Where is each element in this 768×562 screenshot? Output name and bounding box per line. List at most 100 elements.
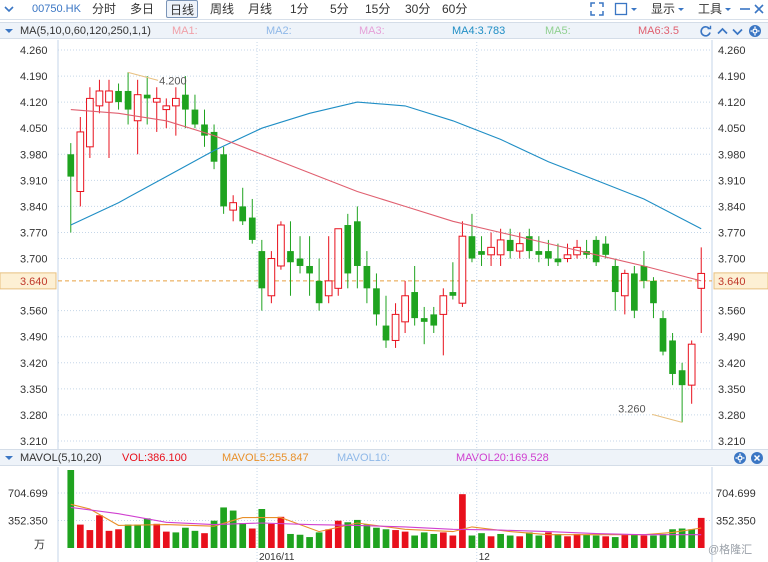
candle-body-down xyxy=(554,258,562,263)
price-tick-left: 4.120 xyxy=(20,97,48,109)
price-tick-left: 3.350 xyxy=(20,384,48,396)
volume-bar xyxy=(583,534,590,548)
volume-bar xyxy=(143,518,151,548)
candle-body-down xyxy=(258,251,266,289)
volume-unit-label: 万 xyxy=(34,539,45,551)
candle-body-up xyxy=(277,224,285,267)
volume-bar xyxy=(201,533,208,548)
price-tick-right: 4.260 xyxy=(718,45,746,57)
candle-body-up xyxy=(76,131,85,193)
high-pointer xyxy=(127,71,159,81)
volume-panel xyxy=(67,470,705,548)
volume-tick-right: 352.350 xyxy=(716,516,756,528)
volume-bar xyxy=(697,517,705,548)
candle-body-down xyxy=(430,314,438,326)
candle-body-down xyxy=(411,292,418,319)
price-tick-left: 3.560 xyxy=(20,306,48,318)
x-axis-label: 12 xyxy=(479,552,491,562)
candle-body-down xyxy=(669,340,676,374)
candle-body-down xyxy=(220,154,227,207)
volume-bar xyxy=(306,537,313,548)
candle-body-up xyxy=(515,243,524,252)
candle-body-down xyxy=(143,94,151,99)
candle-body-up xyxy=(687,343,696,386)
volume-bar xyxy=(220,507,227,548)
candle-body-down xyxy=(468,236,476,259)
candle-body-up xyxy=(324,280,333,297)
price-tick-left: 3.280 xyxy=(20,410,48,422)
candle-body-up xyxy=(229,202,238,211)
price-tick-right: 3.840 xyxy=(718,201,746,213)
volume-bar xyxy=(688,529,696,548)
volume-bar xyxy=(449,535,457,548)
price-tick-right: 3.770 xyxy=(718,227,746,239)
candle-body-down xyxy=(602,243,610,255)
price-tick-left: 3.210 xyxy=(20,436,48,448)
candle-body-up xyxy=(391,313,400,341)
candle-body-up xyxy=(458,235,467,304)
candle-body-down xyxy=(640,265,648,281)
ma6-line xyxy=(70,109,702,282)
price-tick-left: 3.700 xyxy=(20,254,48,266)
price-tick-right: 3.420 xyxy=(718,358,746,370)
candle-body-down xyxy=(363,265,371,289)
watermark: @格隆汇 xyxy=(708,542,752,556)
candle-body-down xyxy=(535,251,543,255)
price-panel: 4.200 3.260 xyxy=(67,71,706,423)
candle-body-down xyxy=(248,217,256,240)
candle-body-up xyxy=(95,90,104,107)
candle-body-down xyxy=(650,280,657,304)
volume-bar xyxy=(564,536,571,548)
volume-bar xyxy=(420,532,428,548)
price-tick-left: 4.050 xyxy=(20,123,48,135)
volume-bar xyxy=(401,531,409,548)
volume-bar xyxy=(382,529,390,548)
price-tick-right: 3.980 xyxy=(718,149,746,161)
candle-body-down xyxy=(315,280,323,304)
volume-bar xyxy=(76,524,84,548)
candle-body-down xyxy=(611,265,619,293)
candle-body-up xyxy=(401,295,409,323)
price-tick-left: 4.190 xyxy=(20,71,48,83)
volume-bar xyxy=(478,533,485,548)
volume-bar xyxy=(373,527,380,548)
candle-body-up xyxy=(86,97,94,148)
candle-body-up xyxy=(172,97,180,107)
volume-bar xyxy=(229,510,237,548)
volume-bar xyxy=(287,533,294,548)
price-tick-right: 3.560 xyxy=(718,306,746,318)
volume-bar xyxy=(248,528,256,548)
volume-bar xyxy=(268,523,275,548)
volume-bar xyxy=(315,532,323,548)
candle-body-down xyxy=(659,318,667,352)
candle-body-down xyxy=(545,251,552,259)
price-tick-right: 3.350 xyxy=(718,384,746,396)
candle-body-down xyxy=(506,239,514,252)
stock-chart[interactable]: 4.200 3.260 4.260 4.260 4.190 4.190 4.120 4.12… xyxy=(0,0,768,562)
candle-body-down xyxy=(592,239,600,263)
volume-bar xyxy=(277,516,285,548)
candle-body-down xyxy=(124,90,132,110)
candle-body-up xyxy=(162,105,171,111)
price-tick-right: 3.910 xyxy=(718,175,746,187)
candle-body-down xyxy=(678,370,686,386)
candle-body-down xyxy=(296,258,304,266)
volume-bar xyxy=(573,533,581,548)
volume-bar xyxy=(468,535,476,548)
candle-body-down xyxy=(382,325,390,341)
volume-bar xyxy=(67,470,75,548)
axis-labels: 4.260 4.260 4.190 4.190 4.120 4.120 4.050 4.050… xyxy=(0,45,768,562)
volume-bar xyxy=(172,532,180,548)
grid-layer xyxy=(57,40,713,562)
volume-bar xyxy=(525,532,533,548)
candle-body-down xyxy=(115,90,122,103)
volume-bar xyxy=(296,534,304,548)
candle-body-up xyxy=(267,258,276,297)
volume-bar xyxy=(592,535,600,548)
candle-body-down xyxy=(373,288,380,315)
candle-body-up xyxy=(496,239,505,256)
low-annotation: 3.260 xyxy=(618,403,646,415)
volume-bar xyxy=(459,494,466,548)
volume-bar xyxy=(392,530,399,548)
candle-body-up xyxy=(152,97,161,103)
